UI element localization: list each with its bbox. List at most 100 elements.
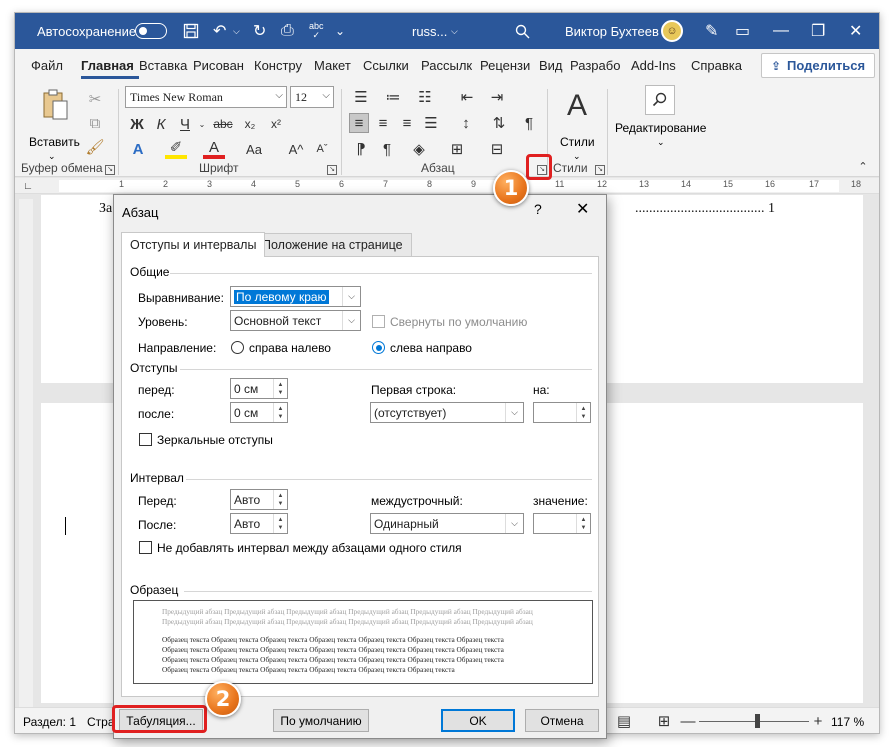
underline-dropdown-icon[interactable]: ⌄: [197, 114, 207, 134]
spinner-arrows-icon[interactable]: ▲ ▼: [273, 514, 287, 533]
zoom-in-icon[interactable]: +: [811, 712, 825, 730]
vertical-ruler[interactable]: [19, 199, 33, 709]
dont-add-space-checkbox[interactable]: [139, 541, 152, 554]
spinner-arrows-icon[interactable]: ▲ ▼: [273, 490, 287, 509]
rtl-icon[interactable]: ¶: [375, 139, 399, 159]
spinner-arrows-icon[interactable]: ▲ ▼: [273, 403, 287, 422]
styles-launcher-icon[interactable]: ↘: [595, 165, 605, 175]
highlight-icon[interactable]: ✐: [165, 139, 187, 159]
change-case-icon[interactable]: Aa: [241, 139, 267, 159]
print-layout-icon[interactable]: ▤: [615, 712, 633, 730]
avatar[interactable]: ☺: [661, 20, 683, 42]
first-line-select[interactable]: (отсутствует) ⌵: [370, 402, 524, 423]
ribbon-display-icon[interactable]: ▭: [735, 13, 750, 49]
paste-icon[interactable]: [35, 87, 75, 123]
tab-developer[interactable]: Разрабо: [570, 49, 626, 81]
cut-icon[interactable]: ✂: [85, 89, 105, 109]
autosave-toggle[interactable]: [135, 23, 167, 39]
status-section[interactable]: Раздел: 1: [23, 715, 76, 729]
quick-print-icon[interactable]: ⎙: [281, 13, 294, 49]
font-color-icon[interactable]: A: [203, 139, 225, 159]
mirror-indents-checkbox[interactable]: [139, 433, 152, 446]
rtl-radio[interactable]: [231, 341, 244, 354]
tab-layout[interactable]: Макет: [314, 49, 358, 81]
share-button[interactable]: ⇪ Поделиться: [761, 53, 875, 78]
status-page[interactable]: Стра: [87, 715, 115, 729]
cancel-button[interactable]: Отмена: [525, 709, 599, 732]
spelling-icon[interactable]: abc ✓: [309, 13, 324, 49]
user-name[interactable]: Виктор Бухтеев: [565, 13, 659, 49]
indent-after-input[interactable]: 0 см ▲ ▼: [230, 402, 288, 423]
asian-layout-icon[interactable]: ⊟: [485, 139, 509, 159]
font-launcher-icon[interactable]: ↘: [327, 165, 337, 175]
tab-insert[interactable]: Вставка: [139, 49, 189, 81]
maximize-icon[interactable]: ❐: [811, 13, 825, 49]
shading-icon[interactable]: ◈: [407, 139, 431, 159]
close-icon[interactable]: ✕: [849, 13, 862, 49]
multilevel-list-icon[interactable]: ☷: [413, 87, 437, 107]
undo-icon[interactable]: ↶: [213, 13, 226, 49]
tab-help[interactable]: Справка: [691, 49, 751, 81]
clipboard-launcher-icon[interactable]: ↘: [105, 165, 115, 175]
tab-line-page-breaks[interactable]: Положение на странице: [253, 233, 412, 256]
tab-file[interactable]: Файл: [31, 49, 65, 81]
ltr-icon[interactable]: ⁋: [349, 139, 373, 159]
spacing-after-input[interactable]: Авто ▲ ▼: [230, 513, 288, 534]
ok-button[interactable]: OK: [441, 709, 515, 732]
spacing-before-input[interactable]: Авто ▲ ▼: [230, 489, 288, 510]
bold-icon[interactable]: Ж: [127, 114, 147, 134]
tab-references[interactable]: Ссылки: [363, 49, 411, 81]
tab-addins[interactable]: Add-Ins: [631, 49, 687, 81]
close-icon[interactable]: ✕: [576, 199, 589, 219]
strikethrough-icon[interactable]: abc: [211, 114, 235, 134]
borders-icon[interactable]: ⊞: [445, 139, 469, 159]
bullets-icon[interactable]: ☰: [349, 87, 373, 107]
line-spacing-icon[interactable]: ↕: [455, 113, 477, 133]
tab-home[interactable]: Главная: [81, 49, 139, 81]
tab-design[interactable]: Констру: [254, 49, 306, 81]
ltr-radio[interactable]: [372, 341, 385, 354]
font-size-combo[interactable]: 12 ⌵: [290, 86, 334, 108]
doc-name-dropdown-icon[interactable]: ⌵: [451, 13, 458, 49]
decrease-indent-icon[interactable]: ⇤: [455, 87, 479, 107]
italic-icon[interactable]: К: [151, 114, 171, 134]
set-default-button[interactable]: По умолчанию: [273, 709, 369, 732]
grow-font-icon[interactable]: A^: [285, 139, 307, 159]
show-marks-icon[interactable]: ¶: [519, 113, 539, 133]
align-left-icon[interactable]: ≡: [349, 113, 369, 133]
collapse-ribbon-icon[interactable]: ⌃: [855, 159, 871, 173]
web-layout-icon[interactable]: ⊞: [655, 712, 673, 730]
indent-before-input[interactable]: 0 см ▲ ▼: [230, 378, 288, 399]
pen-icon[interactable]: ✎: [705, 13, 718, 49]
line-spacing-select[interactable]: Одинарный ⌵: [370, 513, 524, 534]
zoom-slider[interactable]: [699, 721, 809, 722]
redo-icon[interactable]: ↻: [253, 13, 266, 49]
numbering-icon[interactable]: ≔: [381, 87, 405, 107]
align-right-icon[interactable]: ≡: [397, 113, 417, 133]
increase-indent-icon[interactable]: ⇥: [485, 87, 509, 107]
paste-label[interactable]: Вставить: [29, 135, 80, 149]
indent-by-input[interactable]: ▲ ▼: [533, 402, 591, 423]
alignment-select[interactable]: По левому краю ⌵: [230, 286, 361, 307]
align-center-icon[interactable]: ≡: [373, 113, 393, 133]
editing-dropdown-icon[interactable]: ⌄: [657, 137, 665, 148]
spinner-arrows-icon[interactable]: ▲ ▼: [576, 403, 590, 422]
styles-label[interactable]: Стили: [560, 135, 595, 149]
outline-level-select[interactable]: Основной текст ⌵: [230, 310, 361, 331]
save-icon[interactable]: [183, 13, 199, 49]
find-icon[interactable]: [645, 85, 675, 115]
sort-icon[interactable]: ⇅: [489, 113, 509, 133]
help-icon[interactable]: ?: [534, 201, 542, 217]
zoom-level[interactable]: 117 %: [831, 715, 864, 729]
customize-qat-icon[interactable]: ⌄: [335, 13, 345, 49]
spacing-at-input[interactable]: ▲ ▼: [533, 513, 591, 534]
format-painter-icon[interactable]: 🖌: [85, 137, 105, 157]
tab-review[interactable]: Рецензи: [480, 49, 534, 81]
shrink-font-icon[interactable]: Aˇ: [311, 139, 333, 159]
tab-view[interactable]: Вид: [539, 49, 567, 81]
undo-dropdown-icon[interactable]: ⌵: [233, 13, 240, 49]
collapsed-by-default-checkbox[interactable]: [372, 315, 385, 328]
zoom-thumb[interactable]: [755, 714, 760, 728]
spinner-arrows-icon[interactable]: ▲ ▼: [576, 514, 590, 533]
tab-selector-icon[interactable]: ∟: [21, 178, 35, 194]
